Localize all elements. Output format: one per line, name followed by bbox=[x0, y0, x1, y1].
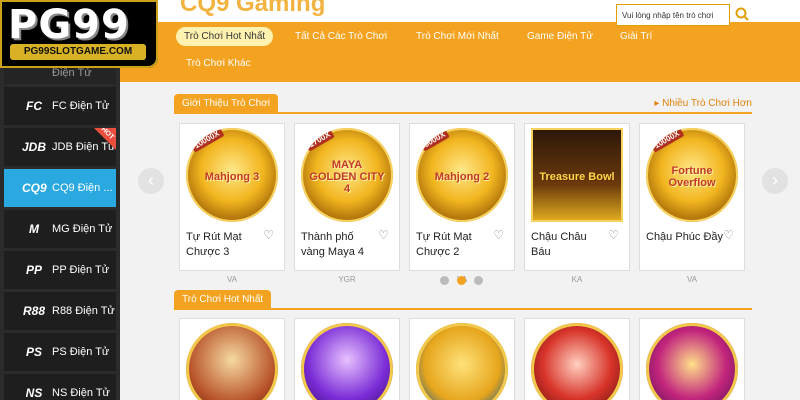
multiplier-tag: 1700X bbox=[304, 128, 335, 152]
main-nav: Trò Chơi Hot Nhất Tất Cả Các Trò Chơi Tr… bbox=[120, 22, 800, 82]
section-intro-header: Giới Thiệu Trò Chơi ▸ Nhiều Trò Chơi Hơn bbox=[174, 92, 752, 114]
multiplier-tag: 5000X bbox=[419, 128, 450, 152]
search-input[interactable]: Vui lòng nhập tên trò chơi bbox=[616, 4, 730, 26]
favorite-heart-icon[interactable]: ♡ bbox=[608, 228, 619, 242]
game-card[interactable] bbox=[179, 318, 285, 400]
game-card[interactable] bbox=[409, 318, 515, 400]
cq9-logo-icon: CQ9 bbox=[22, 181, 47, 195]
sidebar-item-label: PS Điện Tử bbox=[52, 346, 110, 358]
header-top: CQ9 Gaming Vui lòng nhập tên trò chơi bbox=[120, 0, 800, 26]
game-card[interactable] bbox=[294, 318, 400, 400]
game-emblem: MAYA GOLDEN CITY 4 bbox=[309, 158, 385, 195]
sidebar-item-label: CQ9 Điện ... bbox=[52, 182, 113, 194]
carousel-dot-active[interactable] bbox=[457, 276, 466, 285]
game-card[interactable]: 10000X Mahjong 3 Tự Rút Mạt Chược 3 ♡ VA bbox=[179, 123, 285, 284]
game-thumbnail bbox=[646, 323, 738, 400]
game-thumbnail bbox=[531, 323, 623, 400]
carousel-prev-button[interactable]: ‹ bbox=[138, 168, 164, 194]
game-name: Tự Rút Mạt Chược 2 bbox=[416, 231, 472, 258]
game-provider: VA bbox=[686, 275, 698, 284]
sidebar-item-label: R88 Điện Tử bbox=[52, 305, 115, 317]
game-thumbnail: 5000X Mahjong 2 bbox=[416, 128, 508, 222]
sidebar-item-fc[interactable]: FC FC Điện Tử bbox=[4, 87, 116, 125]
sidebar-list: Điện Tử FC FC Điện Tử JDB JDB Điện Tử HO… bbox=[4, 62, 116, 400]
game-provider: VA bbox=[226, 275, 238, 284]
favorite-heart-icon[interactable]: ♡ bbox=[723, 228, 734, 242]
game-name: Chậu Phúc Đầy bbox=[646, 231, 724, 243]
game-name: Thành phố vàng Maya 4 bbox=[301, 231, 364, 258]
sidebar-item-r88[interactable]: R88 R88 Điện Tử bbox=[4, 292, 116, 330]
game-emblem: Mahjong 2 bbox=[434, 170, 490, 183]
brand-title: CQ9 Gaming bbox=[180, 0, 326, 17]
game-name: Tự Rút Mạt Chược 3 bbox=[186, 231, 242, 258]
favorite-heart-icon[interactable]: ♡ bbox=[378, 228, 389, 242]
section-hot-title: Trò Chơi Hot Nhất bbox=[174, 290, 272, 310]
multiplier-tag: 10000X bbox=[649, 128, 685, 153]
nav-other-games[interactable]: Trò Chơi Khác bbox=[186, 58, 251, 69]
game-provider: KA bbox=[571, 275, 583, 284]
game-emblem: Fortune Overflow bbox=[668, 164, 716, 189]
carousel-dots bbox=[440, 276, 483, 285]
ps-star-icon: PS bbox=[25, 345, 42, 359]
search-button[interactable] bbox=[730, 3, 754, 27]
carousel-dot[interactable] bbox=[440, 276, 449, 285]
more-games-link[interactable]: ▸ Nhiều Trò Chơi Hơn bbox=[654, 98, 752, 109]
jdb-logo-icon: JDB bbox=[22, 140, 47, 154]
nav-hot-games[interactable]: Trò Chơi Hot Nhất bbox=[176, 27, 274, 46]
sidebar-item-ns[interactable]: NS NS Điện Tử bbox=[4, 374, 116, 400]
game-card[interactable]: 5000X Mahjong 2 Tự Rút Mạt Chược 2 ♡ VA bbox=[409, 123, 515, 284]
mg-logo-icon: M bbox=[29, 222, 39, 236]
multiplier-tag: 10000X bbox=[189, 128, 225, 153]
carousel-next-button[interactable]: › bbox=[762, 168, 788, 194]
game-thumbnail: 1700X MAYA GOLDEN CITY 4 bbox=[301, 128, 393, 222]
r88-logo-icon: R88 bbox=[22, 304, 45, 318]
site-logo[interactable]: PG99 PG99SLOTGAME.COM bbox=[0, 0, 158, 68]
nav-entertainment[interactable]: Giải Trí bbox=[620, 31, 652, 42]
favorite-heart-icon[interactable]: ♡ bbox=[493, 228, 504, 242]
more-games-label: Nhiều Trò Chơi Hơn bbox=[662, 98, 752, 109]
sidebar-item-label: PP Điện Tử bbox=[52, 264, 110, 276]
game-card[interactable]: Treasure Bowl Chậu Châu Báu ♡ KA bbox=[524, 123, 630, 284]
sidebar-item-cq9[interactable]: CQ9 CQ9 Điện ... bbox=[4, 169, 116, 207]
nav-new-games[interactable]: Trò Chơi Mới Nhất bbox=[416, 31, 499, 42]
game-emblem: Mahjong 3 bbox=[204, 170, 260, 183]
sidebar-item-label: MG Điện Tử bbox=[52, 223, 113, 235]
sidebar-item-pp[interactable]: PP PP Điện Tử bbox=[4, 251, 116, 289]
game-thumbnail: Treasure Bowl bbox=[531, 128, 623, 222]
ns-logo-icon: NS bbox=[25, 386, 43, 400]
game-provider: YGR bbox=[338, 275, 356, 284]
search-icon bbox=[735, 7, 749, 21]
game-thumbnail bbox=[301, 323, 393, 400]
game-emblem: Treasure Bowl bbox=[539, 170, 615, 183]
fc-logo-icon: FC bbox=[26, 99, 42, 113]
sidebar-item-label: FC Điện Tử bbox=[52, 100, 110, 112]
game-thumbnail bbox=[416, 323, 508, 400]
carousel-dot[interactable] bbox=[474, 276, 483, 285]
nav-all-games[interactable]: Tất Cả Các Trò Chơi bbox=[295, 31, 387, 42]
sidebar-item-label: NS Điện Tử bbox=[52, 387, 110, 399]
nav-slot-games[interactable]: Game Điện Tử bbox=[527, 31, 593, 42]
game-thumbnail: 10000X Fortune Overflow bbox=[646, 128, 738, 222]
logo-sub-text: PG99SLOTGAME.COM bbox=[10, 44, 146, 60]
section-hot-header: Trò Chơi Hot Nhất bbox=[174, 288, 752, 310]
sidebar-item-label: Điện Tử bbox=[52, 67, 92, 79]
pp-logo-icon: PP bbox=[25, 263, 42, 277]
game-card[interactable] bbox=[524, 318, 630, 400]
logo-main-text: PG99 bbox=[8, 2, 130, 48]
section-intro-title: Giới Thiệu Trò Chơi bbox=[174, 94, 278, 114]
game-card[interactable]: 10000X Fortune Overflow Chậu Phúc Đầy ♡ … bbox=[639, 123, 745, 284]
game-thumbnail bbox=[186, 323, 278, 400]
game-card[interactable] bbox=[639, 318, 745, 400]
game-thumbnail: 10000X Mahjong 3 bbox=[186, 128, 278, 222]
game-name: Chậu Châu Báu bbox=[531, 231, 587, 258]
sidebar-item-ps[interactable]: PS PS Điện Tử bbox=[4, 333, 116, 371]
favorite-heart-icon[interactable]: ♡ bbox=[263, 228, 274, 242]
sidebar-item-jdb[interactable]: JDB JDB Điện Tử HOT bbox=[4, 128, 116, 166]
sidebar-item-mg[interactable]: M MG Điện Tử bbox=[4, 210, 116, 248]
game-card[interactable]: 1700X MAYA GOLDEN CITY 4 Thành phố vàng … bbox=[294, 123, 400, 284]
